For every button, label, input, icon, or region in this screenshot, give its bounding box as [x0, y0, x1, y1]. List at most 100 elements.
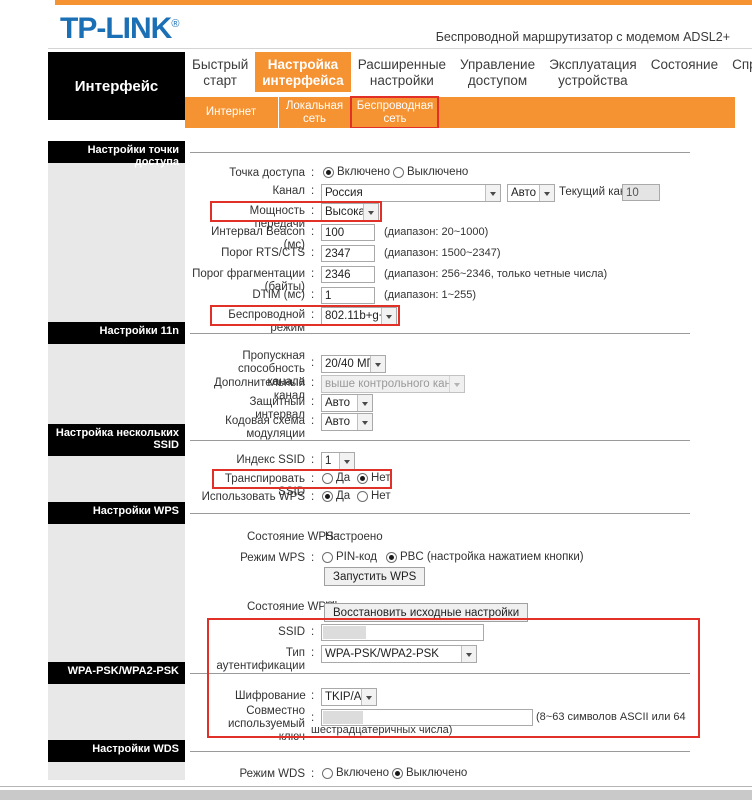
colon-extension-channel: :: [311, 377, 315, 389]
chevron-down-icon: [361, 689, 376, 705]
chevron-down-icon: [485, 185, 500, 201]
section-rule-wpa-psk: [190, 673, 690, 674]
wds-mode-off-radio[interactable]: Выключено: [392, 767, 467, 779]
beacon-interval-input[interactable]: [321, 224, 375, 241]
broadcast-ssid-no-radio[interactable]: Нет: [357, 472, 391, 484]
wds-mode-label: Режим WDS: [239, 768, 305, 780]
rts-cts-input[interactable]: [321, 245, 375, 262]
radio-dot-icon: [357, 472, 368, 484]
wps-mode-label: Режим WPS: [240, 552, 305, 564]
reset-to-defaults-button[interactable]: Восстановить исходные настройки: [324, 603, 529, 622]
colon-preshared-key: :: [311, 712, 315, 724]
guard-interval-select[interactable]: Авто: [321, 394, 373, 412]
wds-mode-on-label: Включено: [336, 767, 390, 779]
registered-mark-icon: ®: [171, 18, 179, 30]
access-point-activated-label: Включено: [337, 166, 391, 178]
chevron-down-icon: [339, 453, 354, 469]
colon-broadcast-ssid: :: [311, 473, 315, 485]
fragmentation-input[interactable]: [321, 266, 375, 283]
preshared-key-label: Совместно используемый ключ: [227, 705, 305, 743]
wps-mode-pbc-radio[interactable]: PBC (настройка нажатием кнопки): [386, 551, 584, 563]
tab-advanced-setup[interactable]: Расширенные настройки: [351, 52, 453, 92]
start-wps-button[interactable]: Запустить WPS: [324, 567, 426, 586]
product-tagline: Беспроводной маршрутизатор с модемом ADS…: [435, 30, 730, 44]
wireless-mode-select[interactable]: 802.11b+g+n: [321, 307, 397, 325]
colon-encryption: :: [311, 690, 315, 702]
subtab-lan[interactable]: Локальная сеть: [278, 97, 350, 128]
section-rule-wps: [190, 513, 690, 514]
top-accent-strip: [55, 0, 752, 5]
channel-country-value: Россия: [325, 187, 363, 199]
brand-name: TP-LINK: [60, 12, 172, 45]
colon-channel: :: [311, 185, 315, 197]
ssid-index-value: 1: [325, 455, 332, 467]
radio-dot-icon: [322, 551, 333, 563]
colon-transmit-power: :: [311, 205, 315, 217]
chevron-down-icon: [539, 185, 554, 201]
extension-channel-select[interactable]: выше контрольного канала: [321, 375, 465, 393]
dtim-input[interactable]: [321, 287, 375, 304]
wps-mode-pbc-label: PBC (настройка нажатием кнопки): [400, 551, 584, 563]
sub-tab-bar: Интернет Локальная сеть Беспроводная сет…: [185, 96, 735, 129]
tab-access-management[interactable]: Управление доступом: [453, 52, 542, 92]
current-channel-value: [622, 184, 660, 201]
wireless-mode-label: Беспроводной режим: [228, 309, 305, 334]
encryption-label: Шифрование: [235, 690, 306, 702]
section-rule-multiple-ssid: [190, 440, 690, 441]
ssid-label: SSID: [278, 626, 305, 638]
radio-dot-icon: [393, 166, 404, 178]
fragmentation-range-note: (диапазон: 256~2346, только четные числа…: [384, 268, 608, 280]
encryption-select[interactable]: TKIP/AES: [321, 688, 377, 706]
transmit-power-select[interactable]: Высокая: [321, 203, 379, 221]
interface-title-label: Интерфейс: [74, 78, 159, 95]
use-wps-yes-label: Да: [336, 490, 351, 502]
colon-use-wps: :: [311, 491, 315, 503]
broadcast-ssid-yes-radio[interactable]: Да: [322, 472, 350, 484]
broadcast-ssid-yes-label: Да: [336, 472, 351, 484]
use-wps-yes-radio[interactable]: Да: [322, 490, 350, 502]
subtab-wireless[interactable]: Беспроводная сеть: [350, 96, 439, 129]
chevron-down-icon: [381, 308, 396, 324]
channel-bandwidth-select[interactable]: 20/40 МГц: [321, 355, 386, 373]
header-divider: [48, 48, 752, 49]
chevron-down-icon: [370, 356, 385, 372]
tab-help[interactable]: Справка: [725, 52, 752, 92]
use-wps-no-label: Нет: [371, 490, 391, 502]
preshared-key-note-line1: (8~63 символов ASCII или 64: [536, 711, 686, 723]
mcs-select[interactable]: Авто: [321, 413, 373, 431]
use-wps-no-radio[interactable]: Нет: [357, 490, 391, 502]
colon-rts: :: [311, 247, 315, 259]
tab-quick-start[interactable]: Быстрый старт: [185, 52, 255, 92]
access-point-activated-radio[interactable]: Включено: [323, 166, 390, 178]
radio-dot-icon: [357, 490, 368, 502]
radio-dot-icon: [322, 472, 333, 484]
colon-guard-interval: :: [311, 396, 315, 408]
ssid-redaction-overlay: [323, 626, 366, 639]
tab-maintenance[interactable]: Эксплуатация устройства: [542, 52, 644, 92]
radio-dot-icon: [322, 490, 333, 502]
auth-type-select[interactable]: WPA-PSK/WPA2-PSK: [321, 645, 477, 663]
broadcast-ssid-no-label: Нет: [371, 472, 391, 484]
wps-mode-pin-radio[interactable]: PIN-код: [322, 551, 377, 563]
access-point-deactivated-radio[interactable]: Выключено: [393, 166, 468, 178]
subtab-internet[interactable]: Интернет: [192, 97, 270, 128]
radio-dot-icon: [386, 551, 397, 563]
ssid-index-select[interactable]: 1: [321, 452, 355, 470]
tab-status[interactable]: Состояние: [644, 52, 725, 92]
tab-interface-setup[interactable]: Настройка интерфейса: [255, 52, 351, 92]
channel-auto-select[interactable]: Авто: [507, 184, 555, 202]
section-rule-wds: [190, 751, 690, 752]
colon-frag: :: [311, 268, 315, 280]
section-rule-11n: [190, 333, 690, 334]
interface-title-box: Интерфейс: [48, 52, 185, 120]
colon-ssid: :: [311, 626, 315, 638]
router-admin-page: TP-LINK® Беспроводной маршрутизатор с мо…: [0, 0, 752, 800]
colon-wps-mode: :: [311, 552, 315, 564]
colon-mcs: :: [311, 415, 315, 427]
section-header-multiple-ssid: Настройка нескольких SSID: [48, 424, 185, 456]
wps-state-value: Настроено: [325, 531, 383, 543]
section-header-wps: Настройки WPS: [48, 502, 185, 524]
tplink-logo: TP-LINK®: [60, 12, 179, 46]
channel-country-select[interactable]: Россия: [321, 184, 501, 202]
wds-mode-on-radio[interactable]: Включено: [322, 767, 389, 779]
